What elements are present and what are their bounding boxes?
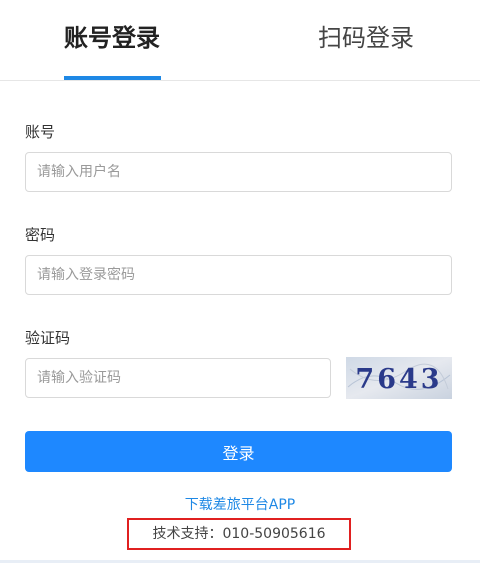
captcha-input[interactable] [25, 358, 331, 398]
account-label: 账号 [25, 123, 56, 141]
account-input[interactable] [25, 152, 452, 192]
captcha-text: 7643 [355, 364, 442, 395]
tab-qr-login[interactable]: 扫码登录 [318, 18, 414, 58]
download-app-link[interactable]: 下载差旅平台APP [0, 494, 480, 514]
tech-support-text: 技术支持：010-50905616 [152, 526, 326, 542]
password-label: 密码 [25, 226, 56, 244]
captcha-image[interactable]: 7643 [346, 357, 452, 399]
captcha-label: 验证码 [25, 329, 71, 347]
login-tabs: 账号登录 扫码登录 [0, 0, 480, 81]
login-button[interactable]: 登录 [25, 431, 452, 472]
tech-support-info: 技术支持：010-50905616 [127, 518, 351, 550]
active-tab-indicator [64, 76, 161, 80]
password-input[interactable] [25, 255, 452, 295]
tab-account-login[interactable]: 账号登录 [64, 18, 160, 58]
